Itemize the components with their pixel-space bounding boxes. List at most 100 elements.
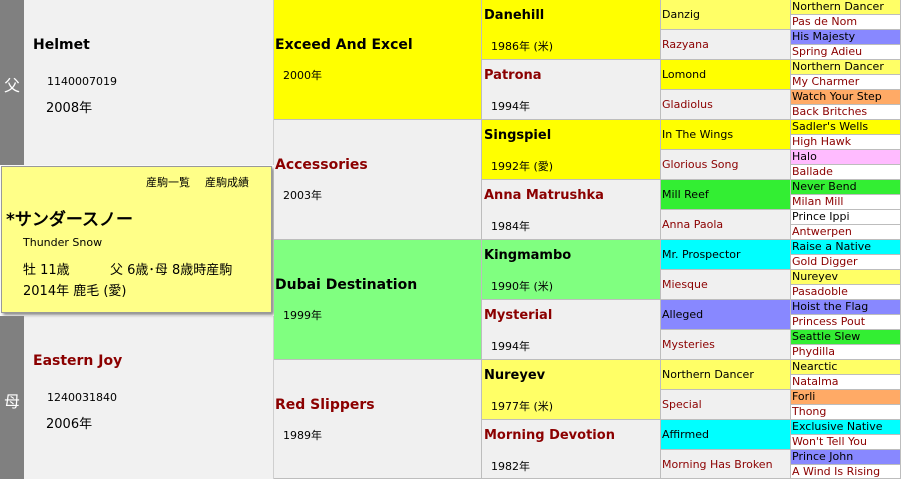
ancestor-name[interactable]: Back Britches	[792, 105, 867, 118]
ancestor-name[interactable]: Accessories	[275, 157, 368, 173]
ancestor-name[interactable]: Phydilla	[792, 345, 835, 358]
ancestor-name[interactable]: Kingmambo	[484, 248, 571, 263]
dam-label: 母	[3, 392, 20, 411]
gen3-cell: Anna Paola	[661, 210, 791, 240]
ancestor-name[interactable]: Morning Has Broken	[662, 458, 773, 471]
offspring-results-link[interactable]: 産駒成績	[205, 174, 249, 190]
ancestor-name[interactable]: Thong	[792, 405, 826, 418]
ancestor-name[interactable]: A Wind Is Rising	[792, 465, 880, 478]
gen4-cell: Prince John	[791, 450, 901, 465]
ancestor-name[interactable]: Gladiolus	[662, 98, 713, 111]
ancestor-name[interactable]: Seattle Slew	[792, 330, 860, 343]
gen3-cell: Lomond	[661, 60, 791, 90]
sire-year: 2008年	[46, 101, 93, 116]
pedigree-grid: Exceed And Excel 2000年 Accessories 2003年 Dub…	[274, 0, 901, 479]
ancestor-name[interactable]: High Hawk	[792, 135, 851, 148]
ancestor-name[interactable]: In The Wings	[662, 128, 733, 141]
dam-name[interactable]: Eastern Joy	[33, 353, 122, 369]
gen4-cell: Natalma	[791, 375, 901, 390]
ancestor-name[interactable]: Ballade	[792, 165, 833, 178]
horse-card: 産駒一覧 産駒成績 *サンダースノー Thunder Snow 牡 11歳 父 …	[1, 166, 272, 313]
ancestor-name[interactable]: Red Slippers	[275, 397, 375, 413]
gen2-cell: Patrona 1994年	[482, 60, 661, 120]
ancestor-year: 1994年	[491, 100, 530, 113]
ancestor-name[interactable]: Gold Digger	[792, 255, 858, 268]
ancestor-name[interactable]: Mill Reef	[662, 188, 709, 201]
ancestor-name[interactable]: Watch Your Step	[792, 90, 882, 103]
ancestor-name[interactable]: Exclusive Native	[792, 420, 883, 433]
ancestor-name[interactable]: Forli	[792, 390, 815, 403]
gen1-cell: Red Slippers 1989年	[274, 360, 482, 479]
ancestor-name[interactable]: Won't Tell You	[792, 435, 867, 448]
gen4-cell: Never Bend	[791, 180, 901, 195]
gen4-cell: High Hawk	[791, 135, 901, 150]
ancestor-name[interactable]: Raise a Native	[792, 240, 871, 253]
gen4-cell: Northern Dancer	[791, 60, 901, 75]
gen3-cell: Affirmed	[661, 420, 791, 450]
gen3-cell: Mr. Prospector	[661, 240, 791, 270]
ancestor-name[interactable]: Nureyev	[792, 270, 838, 283]
ancestor-name[interactable]: Spring Adieu	[792, 45, 862, 58]
gen4-cell: Spring Adieu	[791, 45, 901, 60]
ancestor-name[interactable]: Northern Dancer	[662, 368, 754, 381]
ancestor-name[interactable]: Prince John	[792, 450, 853, 463]
gen2-cell: Morning Devotion 1982年	[482, 420, 661, 479]
dam-id: 1240031840	[47, 391, 117, 404]
ancestor-name[interactable]: Pas de Nom	[792, 15, 857, 28]
ancestor-name[interactable]: Mysteries	[662, 338, 715, 351]
ancestor-name[interactable]: Special	[662, 398, 702, 411]
ancestor-name[interactable]: Pasadoble	[792, 285, 848, 298]
ancestor-name[interactable]: Lomond	[662, 68, 706, 81]
ancestor-name[interactable]: Northern Dancer	[792, 60, 884, 73]
ancestor-name[interactable]: Dubai Destination	[275, 277, 417, 293]
ancestor-name[interactable]: Prince Ippi	[792, 210, 850, 223]
gen4-cell: My Charmer	[791, 75, 901, 90]
ancestor-name[interactable]: Mr. Prospector	[662, 248, 741, 261]
gen4-cell: Princess Pout	[791, 315, 901, 330]
ancestor-name[interactable]: Anna Matrushka	[484, 188, 604, 203]
ancestor-name[interactable]: Affirmed	[662, 428, 709, 441]
ancestor-name[interactable]: Princess Pout	[792, 315, 865, 328]
ancestor-name[interactable]: Milan Mill	[792, 195, 843, 208]
ancestor-name[interactable]: His Majesty	[792, 30, 855, 43]
sire-name[interactable]: Helmet	[33, 37, 90, 53]
ancestor-name[interactable]: Antwerpen	[792, 225, 852, 238]
sire-label: 父	[3, 76, 20, 95]
ancestor-name[interactable]: Never Bend	[792, 180, 857, 193]
ancestor-name[interactable]: Miesque	[662, 278, 708, 291]
ancestor-year: 1989年	[283, 429, 322, 442]
ancestor-name[interactable]: Danehill	[484, 8, 544, 23]
ancestor-name[interactable]: Morning Devotion	[484, 428, 615, 443]
ancestor-name[interactable]: Singspiel	[484, 128, 551, 143]
gen3-cell: Special	[661, 390, 791, 420]
ancestor-name[interactable]: Nureyev	[484, 368, 545, 383]
dam-sidebar: 母	[0, 316, 24, 479]
gen3-cell: In The Wings	[661, 120, 791, 150]
gen4-cell: Watch Your Step	[791, 90, 901, 105]
gen1-cell: Dubai Destination 1999年	[274, 240, 482, 360]
ancestor-name[interactable]: Natalma	[792, 375, 839, 388]
ancestor-name[interactable]: Hoist the Flag	[792, 300, 868, 313]
offspring-list-link[interactable]: 産駒一覧	[146, 174, 190, 190]
gen4-cell: Exclusive Native	[791, 420, 901, 435]
ancestor-year: 1982年	[491, 460, 530, 473]
ancestor-name[interactable]: My Charmer	[792, 75, 859, 88]
ancestor-name[interactable]: Northern Dancer	[792, 0, 884, 13]
gen4-cell: Seattle Slew	[791, 330, 901, 345]
gen4-cell: Forli	[791, 390, 901, 405]
ancestor-name[interactable]: Anna Paola	[662, 218, 723, 231]
ancestor-name[interactable]: Patrona	[484, 68, 542, 83]
gen3-cell: Razyana	[661, 30, 791, 60]
ancestor-name[interactable]: Razyana	[662, 38, 709, 51]
ancestor-name[interactable]: Mysterial	[484, 308, 552, 323]
dam-box: Eastern Joy 1240031840 2006年	[24, 316, 274, 479]
ancestor-name[interactable]: Glorious Song	[662, 158, 738, 171]
gen4-cell: Northern Dancer	[791, 0, 901, 15]
gen3-cell: Morning Has Broken	[661, 450, 791, 479]
ancestor-name[interactable]: Sadler's Wells	[792, 120, 868, 133]
ancestor-name[interactable]: Halo	[792, 150, 817, 163]
ancestor-name[interactable]: Alleged	[662, 308, 703, 321]
ancestor-name[interactable]: Danzig	[662, 8, 700, 21]
ancestor-name[interactable]: Exceed And Excel	[275, 37, 413, 53]
ancestor-name[interactable]: Nearctic	[792, 360, 837, 373]
